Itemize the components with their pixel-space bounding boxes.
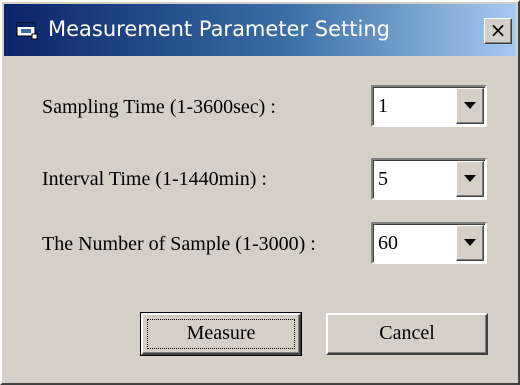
interval-time-dropdown-button[interactable] [456,161,484,197]
number-of-sample-combo[interactable]: 60 [371,222,487,264]
window-title: Measurement Parameter Setting [48,17,390,41]
dialog-window: Measurement Parameter Setting × Sampling… [0,0,520,385]
number-of-sample-label: The Number of Sample (1-3000) : [42,233,316,255]
title-bar[interactable]: Measurement Parameter Setting × [4,4,516,56]
interval-time-value: 5 [378,168,388,190]
chevron-down-icon [464,175,476,182]
interval-time-label: Interval Time (1-1440min) : [42,168,267,190]
sampling-time-combo[interactable]: 1 [371,85,487,127]
close-icon: × [489,18,507,42]
close-button[interactable]: × [484,18,512,44]
chevron-down-icon [464,102,476,109]
number-of-sample-dropdown-button[interactable] [456,225,484,261]
measure-button[interactable]: Measure [140,312,302,356]
sampling-time-value: 1 [378,95,388,117]
sampling-time-dropdown-button[interactable] [456,88,484,124]
chevron-down-icon [464,239,476,246]
cancel-button-label: Cancel [379,322,435,344]
cancel-button[interactable]: Cancel [326,313,488,355]
sampling-time-label: Sampling Time (1-3600sec) : [42,96,276,118]
interval-time-combo[interactable]: 5 [371,158,487,200]
measure-button-label: Measure [186,322,256,344]
window-app-icon [16,22,38,40]
number-of-sample-value: 60 [378,232,398,254]
